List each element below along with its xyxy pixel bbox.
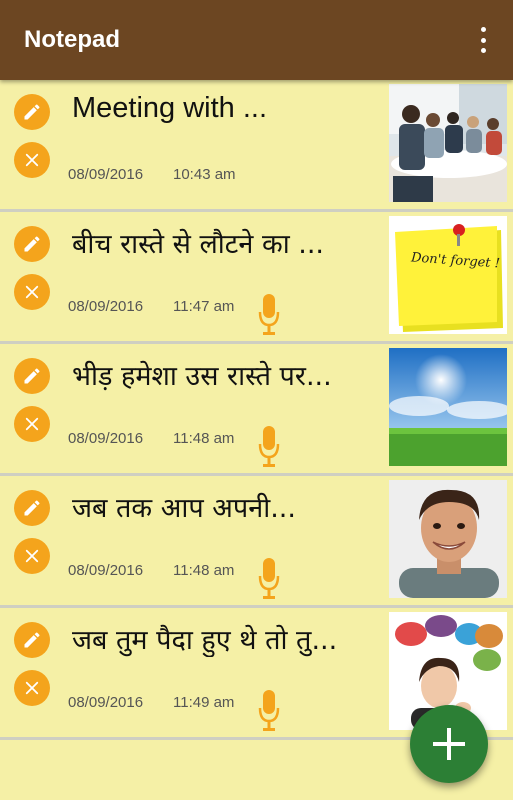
note-title: Meeting with ...: [72, 92, 268, 124]
delete-button[interactable]: [14, 670, 50, 706]
add-note-button[interactable]: [410, 705, 488, 783]
mic-icon[interactable]: [258, 690, 280, 732]
note-item[interactable]: भीड़ हमेशा उस रास्ते पर... 08/09/2016 11…: [0, 344, 513, 476]
pencil-icon: [24, 632, 40, 648]
pencil-icon: [24, 368, 40, 384]
note-title: जब तुम पैदा हुए थे तो तु...: [72, 625, 338, 656]
note-date: 08/09/2016: [68, 562, 144, 579]
plus-icon: [433, 728, 465, 760]
app-title: Notepad: [24, 26, 120, 53]
app-bar: Notepad: [0, 0, 513, 80]
edit-button[interactable]: [14, 358, 50, 394]
mic-icon[interactable]: [258, 294, 280, 336]
pencil-icon: [24, 236, 40, 252]
mic-icon[interactable]: [258, 558, 280, 600]
note-time: 11:48 am: [173, 562, 235, 579]
note-title: जब तक आप अपनी...: [72, 493, 296, 524]
pencil-icon: [24, 500, 40, 516]
note-date: 08/09/2016: [68, 298, 144, 315]
close-icon: [25, 681, 39, 695]
note-thumbnail-sticky-note: Don't forget !: [389, 216, 507, 334]
note-time: 11:47 am: [173, 298, 235, 315]
note-thumbnail-meeting: [389, 84, 507, 202]
note-date: 08/09/2016: [68, 166, 144, 183]
delete-button[interactable]: [14, 538, 50, 574]
close-icon: [25, 417, 39, 431]
note-item[interactable]: Meeting with ... 08/09/2016 10:43 am: [0, 80, 513, 212]
note-title: भीड़ हमेशा उस रास्ते पर...: [72, 361, 332, 392]
close-icon: [25, 285, 39, 299]
edit-button[interactable]: [14, 622, 50, 658]
close-icon: [25, 153, 39, 167]
edit-button[interactable]: [14, 94, 50, 130]
pencil-icon: [24, 104, 40, 120]
note-item[interactable]: जब तक आप अपनी... 08/09/2016 11:48 am: [0, 476, 513, 608]
more-vert-icon[interactable]: [477, 27, 489, 53]
delete-button[interactable]: [14, 274, 50, 310]
close-icon: [25, 549, 39, 563]
note-time: 10:43 am: [173, 166, 236, 183]
delete-button[interactable]: [14, 406, 50, 442]
note-date: 08/09/2016: [68, 430, 144, 447]
note-item[interactable]: बीच रास्ते से लौटने का ... 08/09/2016 11…: [0, 212, 513, 344]
edit-button[interactable]: [14, 490, 50, 526]
note-thumbnail-smiling-man: [389, 480, 507, 598]
note-thumbnail-sky-grass: [389, 348, 507, 466]
delete-button[interactable]: [14, 142, 50, 178]
edit-button[interactable]: [14, 226, 50, 262]
note-date: 08/09/2016: [68, 694, 144, 711]
note-title: बीच रास्ते से लौटने का ...: [72, 229, 325, 260]
note-time: 11:49 am: [173, 694, 235, 711]
note-time: 11:48 am: [173, 430, 235, 447]
notes-list: Meeting with ... 08/09/2016 10:43 am बीच…: [0, 80, 513, 740]
mic-icon[interactable]: [258, 426, 280, 468]
